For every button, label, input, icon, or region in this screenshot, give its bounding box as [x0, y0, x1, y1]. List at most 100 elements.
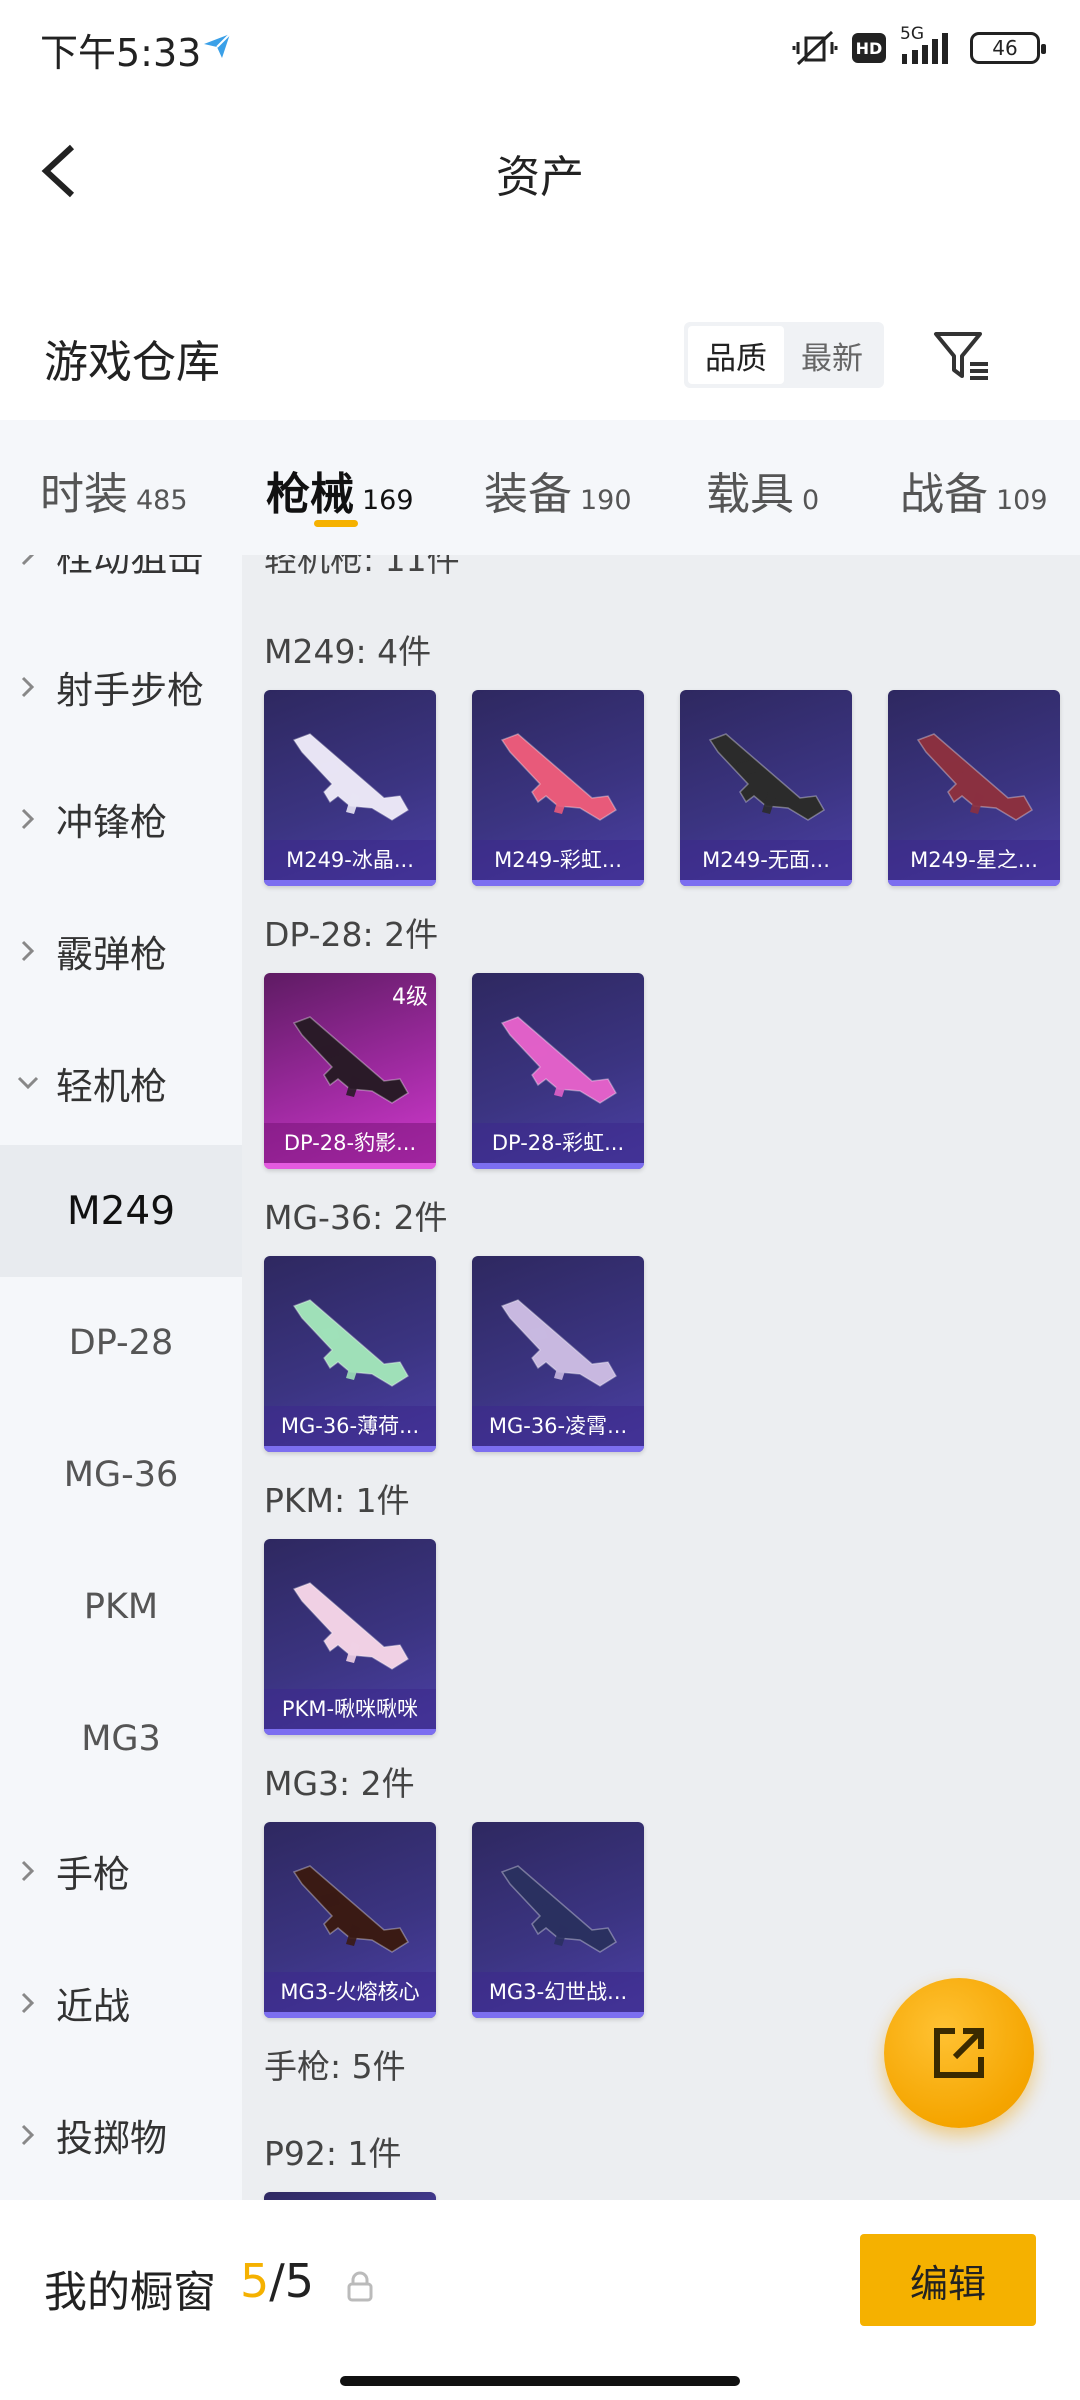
- sidebar-subitem-dp28[interactable]: DP-28: [0, 1277, 242, 1409]
- rarity-bar: [264, 1446, 436, 1452]
- tab-firearms[interactable]: 枪械 169: [266, 458, 414, 522]
- rarity-bar: [888, 880, 1060, 886]
- edit-button[interactable]: 编辑: [860, 2234, 1036, 2326]
- tab-label: 战备: [900, 469, 988, 520]
- gun-icon: [292, 1016, 410, 1104]
- status-icons: HD 5G 46: [792, 24, 1046, 72]
- chevron-right-icon: [0, 675, 56, 699]
- gun-icon: [292, 733, 410, 821]
- page-title: 资产: [496, 152, 584, 203]
- group-label: PKM: 1件: [264, 1481, 410, 1520]
- share-icon: [934, 2028, 984, 2078]
- chevron-right-icon: [0, 1991, 56, 2015]
- group-label: DP-28: 2件: [264, 915, 439, 954]
- chevron-right-icon: [0, 2123, 56, 2147]
- weapon-name: MG-36-凌霄...: [472, 1406, 644, 1446]
- category-tabs: 时装 485 枪械 169 装备 190 载具 0 战备 109: [0, 420, 1080, 555]
- weapon-name: M249-冰晶...: [264, 840, 436, 880]
- app-header: 资产: [0, 95, 1080, 245]
- weapon-card[interactable]: MG3-幻世战...: [472, 1822, 644, 2018]
- rarity-bar: [264, 2012, 436, 2018]
- status-time: 下午5:33: [40, 31, 202, 75]
- sidebar-item-smg[interactable]: 冲锋枪: [0, 753, 242, 885]
- weapon-name: MG-36-薄荷...: [264, 1406, 436, 1446]
- lock-icon: [347, 2271, 373, 2302]
- tab-vehicles[interactable]: 载具 0: [706, 458, 819, 522]
- tab-count: 169: [362, 485, 414, 516]
- status-bar: 下午5:33 HD 5G 46: [0, 0, 1080, 95]
- sort-toggle: 品质 最新: [684, 322, 884, 388]
- weapon-card[interactable]: MG-36-凌霄...: [472, 1256, 644, 1452]
- sidebar-item-throwables[interactable]: 投掷物: [0, 2069, 242, 2200]
- sidebar-item-label: 霰弹枪: [56, 933, 167, 976]
- sidebar-item-label: 手枪: [56, 1853, 130, 1896]
- weapon-card[interactable]: M249-星之...: [888, 690, 1060, 886]
- sidebar-item-shotgun[interactable]: 霰弹枪: [0, 885, 242, 1017]
- share-fab[interactable]: [884, 1978, 1034, 2128]
- warehouse-header: 游戏仓库 品质 最新: [0, 290, 1080, 420]
- sidebar-item-pistol[interactable]: 手枪: [0, 1805, 242, 1937]
- weapon-card[interactable]: M249-冰晶...: [264, 690, 436, 886]
- group-label: MG-36: 2件: [264, 1198, 448, 1237]
- showcase-total: 5: [284, 2254, 315, 2308]
- tab-equipment[interactable]: 装备 190: [484, 458, 632, 522]
- sidebar-subitem-mg3[interactable]: MG3: [0, 1673, 242, 1805]
- gun-icon: [292, 1865, 410, 1953]
- paper-plane-icon: [204, 33, 231, 58]
- chevron-right-icon: [0, 1859, 56, 1883]
- battery-icon: 46: [970, 32, 1046, 64]
- sort-quality-button[interactable]: 品质: [688, 326, 784, 384]
- weapon-card[interactable]: MG-36-薄荷...: [264, 1256, 436, 1452]
- weapon-card-clipped[interactable]: [264, 2192, 436, 2200]
- weapon-card[interactable]: DP-28-彩虹...: [472, 973, 644, 1169]
- tab-label: 载具: [706, 469, 794, 520]
- sidebar-subitem-pkm[interactable]: PKM: [0, 1541, 242, 1673]
- gun-icon: [500, 1865, 618, 1953]
- rarity-bar: [472, 1163, 644, 1169]
- chevron-down-icon: [0, 1075, 56, 1091]
- gun-icon: [292, 1582, 410, 1670]
- showcase-label: 我的橱窗: [44, 2268, 216, 2318]
- gun-icon: [500, 1016, 618, 1104]
- weapon-name: DP-28-彩虹...: [472, 1123, 644, 1163]
- showcase-count: 5/5: [240, 2254, 314, 2308]
- showcase-separator: /: [269, 2254, 285, 2308]
- sidebar-item-marksman-rifle[interactable]: 射手步枪: [0, 621, 242, 753]
- tab-count: 190: [580, 485, 632, 516]
- weapon-name: M249-彩虹...: [472, 840, 644, 880]
- sidebar-subitem-m249[interactable]: M249: [0, 1145, 242, 1277]
- sidebar-subitem-mg36[interactable]: MG-36: [0, 1409, 242, 1541]
- weapon-card[interactable]: M249-彩虹...: [472, 690, 644, 886]
- gun-icon: [708, 733, 826, 821]
- tab-fashion[interactable]: 时装 485: [40, 458, 188, 522]
- weapon-card[interactable]: M249-无面...: [680, 690, 852, 886]
- group-label: M249: 4件: [264, 632, 432, 671]
- sidebar-item-lmg[interactable]: 轻机枪: [0, 1017, 242, 1149]
- weapon-card[interactable]: MG3-火熔核心: [264, 1822, 436, 2018]
- sidebar-item-bolt-sniper[interactable]: 栓动狙击: [0, 555, 242, 621]
- rarity-bar: [472, 1446, 644, 1452]
- sidebar-item-label: 射手步枪: [56, 669, 204, 712]
- weapon-card[interactable]: 4级 DP-28-豹影...: [264, 973, 436, 1169]
- filter-icon[interactable]: [930, 324, 994, 388]
- tab-label: 枪械: [266, 469, 354, 520]
- rarity-bar: [472, 2012, 644, 2018]
- weapon-name: M249-星之...: [888, 840, 1060, 880]
- weapon-card[interactable]: PKM-啾咪啾咪: [264, 1539, 436, 1735]
- sidebar-item-label: 投掷物: [56, 2117, 167, 2160]
- sidebar-item-melee[interactable]: 近战: [0, 1937, 242, 2069]
- gun-icon: [916, 733, 1034, 821]
- battery-level: 46: [992, 36, 1018, 60]
- weapon-name: PKM-啾咪啾咪: [264, 1689, 436, 1729]
- chevron-right-icon: [0, 939, 56, 963]
- sort-newest-button[interactable]: 最新: [784, 326, 880, 384]
- showcase-bar: 我的橱窗 5/5 编辑: [0, 2200, 1080, 2400]
- weapon-grid: 轻机枪: 11件 M249: 4件 DP-28: 2件 MG-36: 2件 PK…: [242, 555, 1080, 2200]
- sidebar-item-label: 栓动狙击: [56, 555, 204, 580]
- home-indicator: [340, 2376, 740, 2386]
- weapon-category-sidebar: 栓动狙击 射手步枪 冲锋枪 霰弹枪 轻机枪 M249 DP-28 MG-36 P…: [0, 555, 242, 2200]
- tab-combat-gear[interactable]: 战备 109: [900, 458, 1048, 522]
- group-label: MG3: 2件: [264, 1764, 415, 1803]
- gun-icon: [292, 1299, 410, 1387]
- sidebar-item-label: 冲锋枪: [56, 801, 167, 844]
